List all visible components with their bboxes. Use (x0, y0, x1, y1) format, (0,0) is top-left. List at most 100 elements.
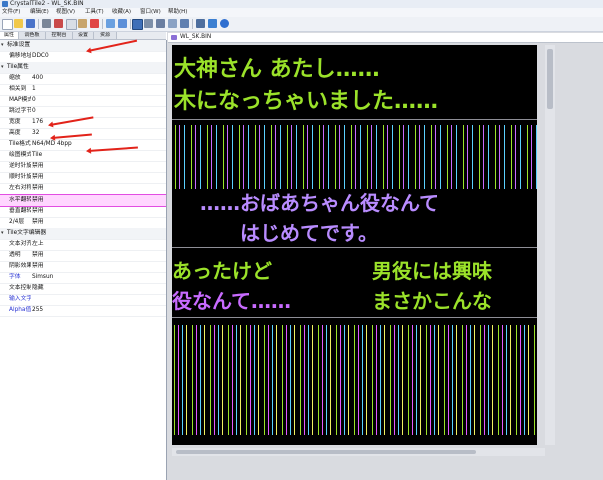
collapse-caret-icon[interactable]: ▾ (1, 40, 4, 51)
tile-text-line: はじめてです。 (240, 221, 378, 245)
arrow-head-icon (85, 147, 92, 155)
garbled-tile-strip (172, 125, 537, 189)
horizontal-scrollbar[interactable] (172, 448, 545, 456)
tab-resources[interactable]: 资源 (94, 32, 117, 39)
tile-text-line: 大神さん あたし…… (174, 57, 380, 82)
text-view-icon[interactable] (168, 19, 177, 28)
property-value[interactable]: 176 (32, 117, 43, 128)
delete-icon[interactable] (90, 19, 99, 28)
tile-view-icon[interactable] (132, 19, 143, 30)
hex-view-icon[interactable] (156, 19, 165, 28)
property-value[interactable]: 隐藏 (32, 283, 44, 294)
app-icon (2, 1, 8, 7)
property-key: 相关到 (9, 86, 27, 92)
menu-tools[interactable]: 工具(T) (85, 8, 104, 17)
property-key: 缩放 (9, 75, 21, 81)
property-value[interactable]: 禁用 (32, 206, 44, 217)
property-value[interactable]: Tile (32, 150, 42, 161)
vertical-scrollbar[interactable] (545, 45, 555, 445)
tile-text-line: 役なんて…… (172, 289, 291, 313)
arrow-head-icon (85, 47, 92, 55)
tile-canvas[interactable]: 大神さん あたし…… 木になっちゃいました…… ……おばあちゃん役なんて はじめ… (172, 45, 537, 445)
property-value[interactable]: 255 (32, 305, 43, 316)
tab-palette[interactable]: 调色板 (19, 32, 46, 39)
tile-file-icon (171, 35, 177, 40)
property-value[interactable]: 左上 (32, 239, 44, 250)
properties-panel: ▾ 标准设置 偏移地址 DDC0 ▾ Tile属性 缩放 400 相关到 1 M… (0, 40, 167, 480)
property-value[interactable]: 0 (32, 106, 36, 117)
property-key: 高度 (9, 130, 21, 136)
property-value[interactable]: Simsun (32, 272, 53, 283)
tile-text-line: 木になっちゃいました…… (174, 89, 439, 114)
find-icon[interactable] (106, 19, 115, 28)
property-key: 透明 (9, 252, 21, 258)
property-value[interactable]: 禁用 (32, 217, 44, 228)
tile-text-line: ……おばあちゃん役なんて (200, 191, 439, 215)
panel-tabs: 属性 调色板 控制台 设置 资源 (0, 32, 166, 40)
menu-favorites[interactable]: 收藏(A) (112, 8, 131, 17)
property-value[interactable]: 1 (32, 84, 36, 95)
tile-text-line: あったけど (172, 259, 272, 283)
property-value[interactable]: DDC0 (32, 51, 49, 62)
collapse-caret-icon[interactable]: ▾ (1, 228, 4, 239)
property-key: 文本对齐 (9, 241, 31, 247)
scroll-thumb[interactable] (176, 450, 476, 454)
help-icon[interactable] (220, 19, 229, 28)
property-value[interactable]: 0 (32, 95, 36, 106)
property-value[interactable]: 禁用 (32, 195, 44, 206)
tab-console[interactable]: 控制台 (46, 32, 73, 39)
property-key: 宽度 (9, 119, 21, 125)
collapse-caret-icon[interactable]: ▾ (1, 62, 4, 73)
menu-help[interactable]: 帮助(H) (168, 8, 187, 17)
group-label: Tile文字编辑器 (7, 230, 47, 236)
copy-icon[interactable] (66, 19, 77, 30)
document-tab[interactable]: WL_SK.BIN (168, 33, 603, 43)
menu-view[interactable]: 视图(V) (56, 8, 75, 17)
tab-settings[interactable]: 设置 (73, 32, 94, 39)
cut-icon[interactable] (54, 19, 63, 28)
arrow-head-icon (47, 121, 54, 129)
property-key: 文本控制 (9, 285, 31, 291)
open-folder-icon[interactable] (14, 19, 23, 28)
property-row-alpha[interactable]: Alpha值 255 (0, 305, 166, 317)
property-value[interactable]: 禁用 (32, 250, 44, 261)
scroll-thumb[interactable] (547, 49, 553, 109)
menu-window[interactable]: 窗口(W) (140, 8, 161, 17)
tile-band-separator (172, 247, 537, 248)
new-file-icon[interactable] (2, 19, 13, 30)
window-title: CrystalTile2 - WL_SK.BIN (10, 0, 84, 7)
property-key: 垂直翻转 (9, 208, 31, 214)
menu-edit[interactable]: 编辑(E) (30, 8, 49, 17)
property-value[interactable]: 32 (32, 128, 39, 139)
tile-text-line: まさかこんな (372, 289, 492, 313)
property-key: MAP模式 (9, 97, 31, 103)
property-key: 绘图模式 (9, 152, 31, 158)
property-key: 跳过字节 (9, 108, 31, 114)
tile-text-line: 男役には興味 (372, 259, 492, 283)
grid-icon[interactable] (144, 19, 153, 28)
property-value[interactable]: 400 (32, 73, 43, 84)
palette-icon[interactable] (180, 19, 189, 28)
property-key: 阴影效果 (9, 263, 31, 269)
zoom-icon[interactable] (118, 19, 127, 28)
property-value[interactable]: 禁用 (32, 172, 44, 183)
font-icon[interactable] (196, 19, 205, 28)
property-key: 顺时针旋转 (9, 174, 31, 180)
property-value[interactable]: 禁用 (32, 261, 44, 272)
tile-band-separator (172, 317, 537, 318)
save-icon[interactable] (26, 19, 35, 28)
tab-properties[interactable]: 属性 (0, 32, 19, 39)
tile-band-separator (172, 119, 537, 120)
menu-file[interactable]: 文件(F) (2, 8, 20, 17)
options-icon[interactable] (208, 19, 217, 28)
arrow-head-icon (49, 134, 56, 142)
toolbar-separator (102, 19, 103, 29)
property-key: 2/4层 (9, 219, 25, 225)
undo-icon[interactable] (42, 19, 51, 28)
property-value[interactable]: 禁用 (32, 183, 44, 194)
property-key: 左右对称 (9, 185, 31, 191)
paste-icon[interactable] (78, 19, 87, 28)
property-key: 字体 (9, 274, 21, 280)
property-value[interactable]: 禁用 (32, 161, 44, 172)
property-key: 水平翻转 (9, 197, 31, 203)
